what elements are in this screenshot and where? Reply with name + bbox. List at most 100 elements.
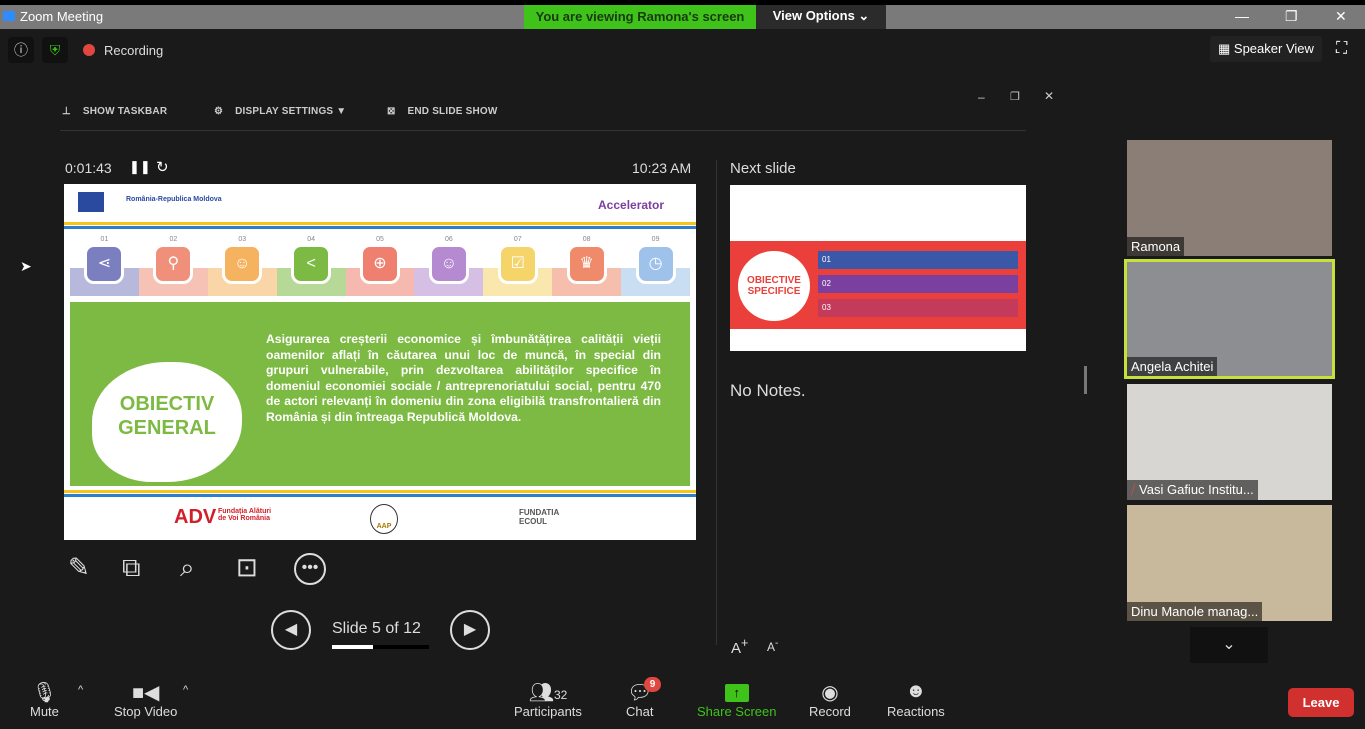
- leave-button[interactable]: Leave: [1288, 688, 1354, 717]
- info-icon[interactable]: ⓘ: [8, 37, 34, 63]
- participant-name: Dinu Manole manag...: [1127, 602, 1263, 621]
- decrease-font-icon[interactable]: A-: [767, 638, 778, 654]
- panel-divider: [716, 160, 717, 645]
- end-slide-show-button[interactable]: ⊠ END SLIDE SHOW: [387, 106, 498, 117]
- speaker-view-label: Speaker View: [1233, 41, 1314, 56]
- maximize-icon[interactable]: ❐: [1285, 8, 1298, 25]
- step-icon: ⊕: [360, 244, 400, 284]
- step-item: 07 ☑: [483, 234, 553, 296]
- next-slide-thumbnail[interactable]: OBIECTIVE SPECIFICE 01 02 03: [730, 185, 1026, 351]
- microphone-icon: 🎙︎: [31, 682, 58, 704]
- panel-resize-handle[interactable]: [1084, 366, 1087, 394]
- stop-video-label: Stop Video: [114, 704, 178, 719]
- step-item: 05 ⊕: [345, 234, 415, 296]
- aap-logo: AAP: [370, 504, 398, 534]
- recording-label: Recording: [104, 43, 164, 58]
- step-icon: ☺: [222, 244, 263, 284]
- end-slide-show-label: END SLIDE SHOW: [407, 106, 498, 117]
- accelerator-logo: Accelerator: [598, 198, 665, 212]
- mute-label: Mute: [30, 704, 59, 719]
- window-title: Zoom Meeting: [20, 9, 104, 24]
- adv-subtitle: Fundația Alături de Voi România: [218, 508, 272, 522]
- yellow-stripe: [64, 490, 696, 493]
- video-options-caret[interactable]: ^: [183, 684, 188, 696]
- slide-progress-bar: [332, 645, 429, 649]
- step-number: 07: [513, 236, 522, 243]
- mute-button[interactable]: 🎙︎ Mute: [30, 680, 59, 719]
- next-slide-button[interactable]: ▶: [450, 610, 490, 650]
- all-slides-icon[interactable]: ⧉: [122, 552, 141, 584]
- step-number: 03: [238, 236, 247, 243]
- step-icon: <: [291, 244, 332, 284]
- fullscreen-icon[interactable]: ⛶: [1336, 40, 1347, 58]
- step-item: 08 ♛: [552, 234, 622, 296]
- participants-count: 32: [553, 688, 568, 702]
- ecoul-logo: FUNDATIA ECOUL: [519, 508, 559, 526]
- zoom-logo-icon: [3, 11, 15, 21]
- step-item: 06 ☺: [414, 234, 484, 296]
- participants-label: Participants: [514, 704, 582, 719]
- screen-annotate-icon[interactable]: ⊡: [236, 552, 258, 583]
- chat-badge: 9: [644, 677, 661, 692]
- show-taskbar-button[interactable]: ⊥ SHOW TASKBAR: [62, 106, 167, 117]
- objective-panel: OBIECTIV GENERAL Asigurarea creșterii ec…: [70, 302, 690, 486]
- step-number: 08: [582, 236, 591, 243]
- adv-logo: ADV: [174, 506, 217, 528]
- minimize-icon[interactable]: —: [1235, 8, 1249, 24]
- scroll-down-tiles-button[interactable]: ⌄: [1190, 627, 1268, 663]
- pen-icon[interactable]: ✎: [68, 552, 90, 583]
- slide-counter: Slide 5 of 12: [332, 620, 421, 637]
- viewing-banner: You are viewing Ramona's screen: [524, 5, 756, 29]
- step-icon: ☺: [428, 244, 469, 284]
- record-button[interactable]: ◉ Record: [809, 680, 851, 719]
- display-settings-button[interactable]: ⚙ DISPLAY SETTINGS ▼: [214, 106, 346, 117]
- step-number: 06: [445, 236, 453, 243]
- next-slide-item: 03: [818, 299, 1018, 317]
- participant-name-text: Vasi Gafiuc Institu...: [1139, 482, 1254, 497]
- security-shield-icon[interactable]: ⛨: [42, 37, 68, 63]
- increase-font-icon[interactable]: A+: [731, 636, 748, 657]
- step-item: 02 ⚲: [138, 234, 208, 296]
- next-slide-heading: OBIECTIVE SPECIFICE: [738, 251, 810, 321]
- view-options-button[interactable]: View Options ⌄: [756, 5, 886, 29]
- blue-stripe: [64, 494, 696, 497]
- video-tile-vasi[interactable]: ⧸ Vasi Gafiuc Institu...: [1127, 384, 1332, 500]
- close-icon[interactable]: ✕: [1335, 8, 1347, 25]
- video-tile-dinu[interactable]: Dinu Manole manag...: [1127, 505, 1332, 621]
- current-slide: România-Republica Moldova Accelerator 01…: [64, 184, 696, 540]
- step-number: 05: [376, 236, 384, 243]
- zoom-magnifier-icon[interactable]: ⌕: [180, 552, 195, 584]
- yellow-stripe: [64, 222, 696, 225]
- camera-icon: ■◀: [131, 682, 160, 704]
- eu-flag-logo: [78, 192, 104, 212]
- pause-icon[interactable]: ❚❚: [129, 159, 151, 175]
- reset-timer-icon[interactable]: ↻: [156, 158, 169, 176]
- audio-options-caret[interactable]: ^: [78, 684, 83, 696]
- step-item: 03 ☺: [207, 234, 277, 296]
- previous-slide-button[interactable]: ◀: [271, 610, 311, 650]
- next-slide-label: Next slide: [730, 160, 796, 177]
- presenter-close-icon[interactable]: ✕: [1044, 89, 1054, 103]
- mouse-cursor-icon: ➤: [20, 258, 32, 274]
- stop-video-button[interactable]: ■◀ Stop Video: [114, 680, 177, 719]
- step-icon: ◷: [635, 244, 676, 284]
- video-tile-angela[interactable]: Angela Achitei: [1124, 259, 1335, 379]
- share-screen-button[interactable]: ↑ Share Screen: [697, 680, 777, 719]
- video-tile-ramona[interactable]: Ramona: [1127, 140, 1332, 256]
- step-item: 01 ⋖: [70, 234, 139, 296]
- share-screen-icon: ↑: [697, 680, 777, 704]
- notes-text: No Notes.: [730, 381, 806, 400]
- show-taskbar-label: SHOW TASKBAR: [82, 106, 168, 117]
- participants-button[interactable]: 👥︎32 Participants: [514, 680, 582, 719]
- participants-icon: 👥︎: [528, 682, 554, 704]
- participant-name: Angela Achitei: [1127, 357, 1218, 376]
- speaker-view-button[interactable]: ▦ Speaker View: [1210, 36, 1322, 62]
- share-screen-label: Share Screen: [697, 704, 777, 719]
- step-item: 04 <: [276, 234, 346, 296]
- more-options-icon[interactable]: •••: [294, 553, 326, 585]
- reactions-button[interactable]: ☻ Reactions: [887, 680, 945, 719]
- presenter-restore-icon[interactable]: ❐: [1010, 90, 1020, 103]
- clock: 10:23 AM: [632, 160, 692, 176]
- program-logo: România-Republica Moldova: [126, 196, 222, 203]
- presenter-minimize-icon[interactable]: –: [978, 90, 985, 104]
